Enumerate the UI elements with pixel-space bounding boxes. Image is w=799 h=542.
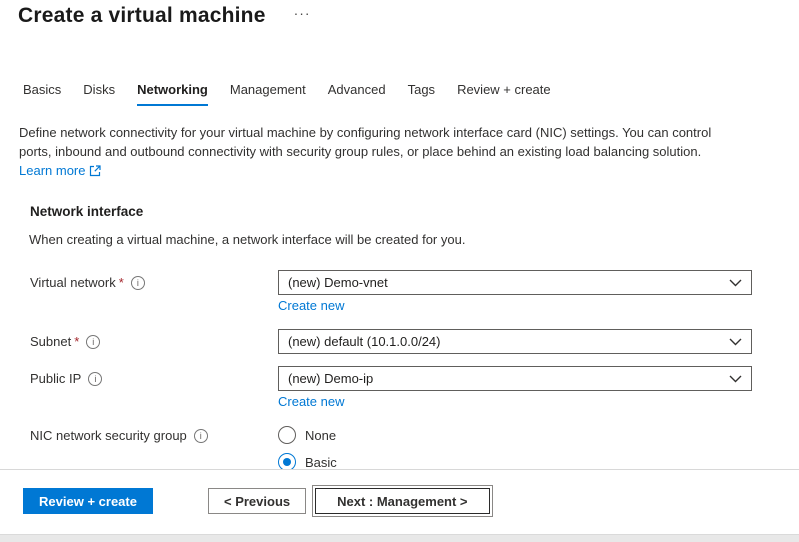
subnet-select[interactable]: (new) default (10.1.0.0/24) (278, 329, 752, 354)
tab-basics[interactable]: Basics (23, 82, 61, 106)
nsg-label: NIC network security group i (30, 423, 278, 443)
nsg-option-none[interactable]: None (278, 425, 752, 445)
subnet-row: Subnet * i (new) default (10.1.0.0/24) (30, 329, 799, 354)
tab-advanced[interactable]: Advanced (328, 82, 386, 106)
public-ip-label: Public IP i (30, 366, 278, 386)
public-ip-select[interactable]: (new) Demo-ip (278, 366, 752, 391)
nsg-row: NIC network security group i None Basic … (30, 423, 799, 469)
chevron-down-icon (729, 338, 742, 346)
section-heading: Network interface (30, 204, 799, 219)
info-icon[interactable]: i (131, 276, 145, 290)
virtual-network-create-new-link[interactable]: Create new (278, 298, 344, 313)
page-title: Create a virtual machine (18, 4, 266, 28)
networking-form: Virtual network * i (new) Demo-vnet Crea… (30, 270, 799, 469)
review-create-button[interactable]: Review + create (23, 488, 153, 514)
public-ip-value: (new) Demo-ip (288, 371, 373, 386)
info-icon[interactable]: i (86, 335, 100, 349)
learn-more-label: Learn more (19, 163, 85, 178)
tab-disks[interactable]: Disks (83, 82, 115, 106)
tab-tags[interactable]: Tags (408, 82, 435, 106)
tab-management[interactable]: Management (230, 82, 306, 106)
chevron-down-icon (729, 279, 742, 287)
section-description: When creating a virtual machine, a netwo… (29, 232, 799, 247)
virtual-network-row: Virtual network * i (new) Demo-vnet Crea… (30, 270, 799, 315)
wizard-footer: Review + create < Previous Next : Manage… (0, 469, 799, 533)
networking-description: Define network connectivity for your vir… (19, 123, 729, 161)
learn-more-link[interactable]: Learn more (19, 163, 101, 178)
info-icon[interactable]: i (194, 429, 208, 443)
virtual-network-value: (new) Demo-vnet (288, 275, 388, 290)
nsg-option-basic[interactable]: Basic (278, 452, 752, 469)
required-asterisk: * (74, 334, 79, 349)
main-content: Create a virtual machine ··· Basics Disk… (0, 0, 799, 469)
previous-button[interactable]: < Previous (208, 488, 306, 514)
create-vm-page: Create a virtual machine ··· Basics Disk… (0, 0, 799, 542)
radio-unselected-icon[interactable] (278, 426, 296, 444)
radio-selected-icon[interactable] (278, 453, 296, 469)
tab-review-create[interactable]: Review + create (457, 82, 551, 106)
subnet-label: Subnet * i (30, 329, 278, 349)
title-row: Create a virtual machine ··· (0, 0, 799, 28)
subnet-value: (new) default (10.1.0.0/24) (288, 334, 440, 349)
public-ip-create-new-link[interactable]: Create new (278, 394, 344, 409)
virtual-network-select[interactable]: (new) Demo-vnet (278, 270, 752, 295)
nsg-radio-group: None Basic Advanced (278, 423, 752, 469)
window-bottom-bar (0, 534, 799, 542)
more-options-icon[interactable]: ··· (294, 6, 311, 20)
required-asterisk: * (119, 275, 124, 290)
info-icon[interactable]: i (88, 372, 102, 386)
tab-networking[interactable]: Networking (137, 82, 208, 106)
next-management-button[interactable]: Next : Management > (315, 488, 489, 514)
external-link-icon (89, 165, 101, 177)
public-ip-row: Public IP i (new) Demo-ip Create new (30, 366, 799, 411)
wizard-tabs: Basics Disks Networking Management Advan… (23, 82, 799, 106)
virtual-network-label: Virtual network * i (30, 270, 278, 290)
chevron-down-icon (729, 375, 742, 383)
